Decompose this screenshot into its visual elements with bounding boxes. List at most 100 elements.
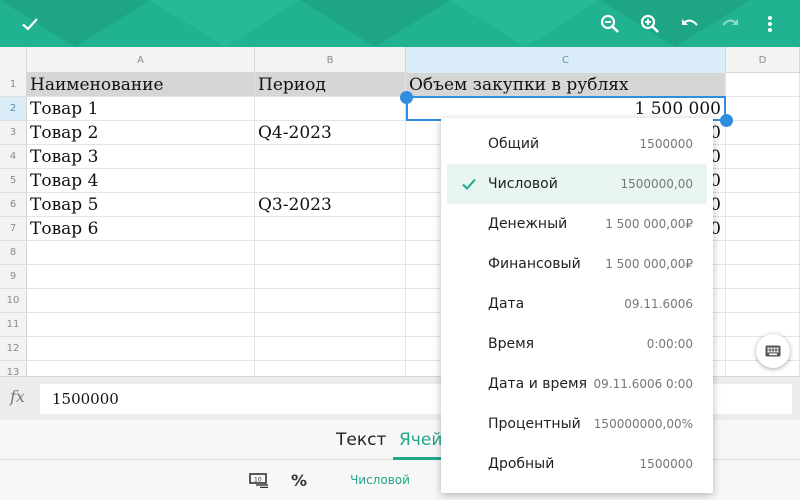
cell-a5[interactable]: Товар 4 (27, 169, 255, 193)
cell-c1[interactable]: Объем закупки в рублях (406, 73, 726, 97)
tab-text[interactable]: Текст (336, 430, 386, 450)
cell-a6[interactable]: Товар 5 (27, 193, 255, 217)
select-all-corner[interactable] (0, 47, 27, 73)
cell-b7[interactable] (255, 217, 406, 241)
column-header-c[interactable]: C (406, 47, 726, 73)
row-label: 9 (9, 271, 17, 282)
format-option-time[interactable]: Время 0:00:00 (447, 324, 707, 364)
empty-cell[interactable] (726, 313, 800, 337)
row-header[interactable]: 11 (0, 313, 27, 337)
cell-d5[interactable] (726, 169, 800, 193)
row-label: 1 (9, 79, 17, 90)
empty-cell[interactable] (27, 313, 255, 337)
cell-d1[interactable] (726, 73, 800, 97)
function-icon[interactable]: fx (10, 387, 32, 409)
tab-cell[interactable]: Ячей (399, 430, 442, 450)
row-header[interactable]: 8 (0, 241, 27, 265)
cell-d2[interactable] (726, 97, 800, 121)
cell-a3[interactable]: Товар 2 (27, 121, 255, 145)
empty-cell[interactable] (726, 265, 800, 289)
format-option-accounting[interactable]: Финансовый 1 500 000,00₽ (447, 244, 707, 284)
format-option-fraction[interactable]: Дробный 1500000 (447, 444, 707, 484)
redo-icon[interactable] (714, 8, 746, 40)
format-option-label: Общий (488, 136, 540, 152)
empty-cell[interactable] (255, 265, 406, 289)
row-header[interactable]: 5 (0, 169, 27, 193)
format-option-date[interactable]: Дата 09.11.6006 (447, 284, 707, 324)
cell-b4[interactable] (255, 145, 406, 169)
zoom-in-icon[interactable] (634, 8, 666, 40)
empty-cell[interactable] (27, 241, 255, 265)
number-format-selector[interactable]: Числовой (340, 468, 420, 492)
empty-cell[interactable] (726, 289, 800, 313)
empty-cell[interactable] (27, 337, 255, 361)
column-label: D (758, 54, 767, 66)
cell-a4[interactable]: Товар 3 (27, 145, 255, 169)
row-header[interactable]: 2 (0, 97, 27, 121)
column-header-a[interactable]: A (27, 47, 255, 73)
cell-b6[interactable]: Q3-2023 (255, 193, 406, 217)
column-label: B (326, 54, 334, 66)
column-header-b[interactable]: B (255, 47, 406, 73)
check-icon[interactable] (14, 8, 46, 40)
empty-cell[interactable] (255, 289, 406, 313)
empty-cell[interactable] (255, 241, 406, 265)
row-label: 7 (9, 223, 17, 234)
row-header[interactable]: 9 (0, 265, 27, 289)
row-header[interactable]: 12 (0, 337, 27, 361)
cell-b1[interactable]: Период (255, 73, 406, 97)
format-option-example: 1500000 (639, 457, 693, 471)
cell-d4[interactable] (726, 145, 800, 169)
empty-cell[interactable] (27, 289, 255, 313)
selection-handle-end[interactable] (720, 114, 733, 127)
row-label: 3 (9, 127, 17, 138)
cell-b5[interactable] (255, 169, 406, 193)
format-option-currency[interactable]: Денежный 1 500 000,00₽ (447, 204, 707, 244)
selection-handle-start[interactable] (400, 91, 413, 104)
empty-cell[interactable] (27, 265, 255, 289)
cell-b2[interactable] (255, 97, 406, 121)
empty-cell[interactable] (255, 361, 406, 376)
column-label: C (562, 54, 569, 66)
percent-icon[interactable]: % (288, 468, 310, 492)
empty-cell[interactable] (27, 361, 255, 376)
format-option-number[interactable]: Числовой 1500000,00 (447, 164, 707, 204)
format-option-label: Числовой (488, 176, 558, 192)
format-option-example: 150000000,00% (593, 417, 693, 431)
format-option-example: 09.11.6006 0:00 (593, 377, 693, 391)
format-option-percent[interactable]: Процентный 150000000,00% (447, 404, 707, 444)
zoom-out-icon[interactable] (594, 8, 626, 40)
format-option-general[interactable]: Общий 1500000 (447, 124, 707, 164)
cell-b3[interactable]: Q4-2023 (255, 121, 406, 145)
number-format-icon[interactable]: 10 (247, 468, 271, 492)
row-label: 5 (9, 175, 17, 186)
empty-cell[interactable] (726, 241, 800, 265)
column-header-row: A B C D (0, 47, 800, 73)
format-option-example: 1 500 000,00₽ (605, 217, 693, 231)
row-header[interactable]: 10 (0, 289, 27, 313)
row-header[interactable]: 13 (0, 361, 27, 376)
cell-a7[interactable]: Товар 6 (27, 217, 255, 241)
format-option-example: 1 500 000,00₽ (605, 257, 693, 271)
format-option-datetime[interactable]: Дата и время 09.11.6006 0:00 (447, 364, 707, 404)
cell-a1[interactable]: Наименование (27, 73, 255, 97)
row-header[interactable]: 1 (0, 73, 27, 97)
keyboard-toggle-button[interactable] (756, 334, 790, 368)
row-header[interactable]: 7 (0, 217, 27, 241)
empty-cell[interactable] (255, 337, 406, 361)
cell-d7[interactable] (726, 217, 800, 241)
row-header[interactable]: 6 (0, 193, 27, 217)
format-option-example: 0:00:00 (646, 337, 693, 351)
cell-d6[interactable] (726, 193, 800, 217)
cell-a2[interactable]: Товар 1 (27, 97, 255, 121)
undo-icon[interactable] (674, 8, 706, 40)
format-option-example: 1500000,00 (620, 177, 693, 191)
format-label: Числовой (350, 473, 410, 487)
row-header[interactable]: 3 (0, 121, 27, 145)
more-vert-icon[interactable] (754, 8, 786, 40)
cell-d3[interactable] (726, 121, 800, 145)
format-option-label: Финансовый (488, 256, 581, 272)
column-header-d[interactable]: D (726, 47, 800, 73)
row-header[interactable]: 4 (0, 145, 27, 169)
empty-cell[interactable] (255, 313, 406, 337)
